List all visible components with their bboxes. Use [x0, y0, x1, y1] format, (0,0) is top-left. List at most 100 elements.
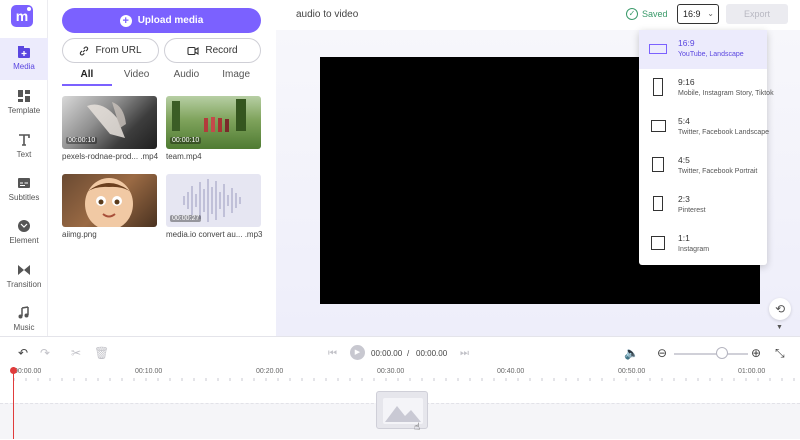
duration-badge: 00:00:10: [66, 137, 98, 144]
zoom-in-icon[interactable]: ⊕: [751, 346, 761, 360]
skip-forward-icon[interactable]: ⏭: [460, 348, 469, 359]
ratio-option-9-16[interactable]: 9:16 Mobile, Instagram Story, Tiktok: [639, 69, 774, 108]
record-label: Record: [205, 45, 238, 56]
chevron-down-icon: ⌄: [707, 9, 714, 18]
ratio-value: 16:9: [683, 9, 701, 19]
ratio-shape-icon: [653, 196, 663, 211]
media-thumbnail[interactable]: 00:00:27: [166, 174, 261, 227]
undo-icon[interactable]: ↶: [18, 346, 28, 360]
ratio-label: 1:1: [678, 233, 690, 243]
check-circle-icon: ✓: [626, 8, 638, 20]
cut-icon[interactable]: ✂: [71, 346, 81, 360]
time-separator: /: [407, 349, 410, 358]
left-nav-rail: m Media Template Text Subtitles Element …: [0, 0, 48, 336]
cartoon-child-image: [85, 178, 133, 227]
grab-cursor-icon: ☝: [414, 422, 421, 433]
fit-screen-icon[interactable]: ⤡: [775, 346, 785, 361]
ratio-desc: Mobile, Instagram Story, Tiktok: [678, 90, 774, 97]
timeline: ↶ ↷ ✂ 🗑 ⏮ ▶ 00:00.00 / 00:00.00 ⏭ 🔈 ⊖ ⊕ …: [0, 336, 800, 440]
tick-label: 00:50.00: [618, 368, 646, 375]
saved-label: Saved: [642, 9, 668, 19]
reset-view-button[interactable]: ⟲: [769, 298, 791, 320]
chevron-down-icon[interactable]: ▼: [776, 324, 783, 331]
playhead-line[interactable]: [13, 367, 14, 439]
skip-back-icon[interactable]: ⏮: [328, 348, 337, 359]
media-name: pexels-rodnae-prod... .mp4: [62, 152, 159, 161]
ratio-shape-icon: [652, 157, 664, 172]
project-title[interactable]: audio to video: [296, 9, 358, 20]
nav-label: Text: [16, 150, 32, 159]
time-ruler[interactable]: 00:00.00 00:10.00 00:20.00 00:30.00 00:4…: [0, 365, 800, 381]
music-icon: [18, 306, 29, 319]
ratio-option-2-3[interactable]: 2:3 Pinterest: [639, 186, 767, 225]
media-thumbnail[interactable]: 00:00:10: [62, 96, 157, 149]
media-panel: + Upload media From URL Record All Video…: [48, 0, 276, 336]
nav-item-text[interactable]: Text: [0, 126, 48, 168]
nav-label: Music: [13, 323, 35, 332]
nav-label: Subtitles: [8, 193, 40, 202]
image-placeholder-icon: [383, 398, 423, 424]
ratio-shape-icon: [651, 236, 665, 250]
nav-item-transition[interactable]: Transition: [0, 256, 48, 298]
zoom-out-icon[interactable]: ⊖: [657, 346, 667, 360]
zoom-slider-handle[interactable]: [716, 347, 728, 359]
tab-audio[interactable]: Audio: [162, 66, 212, 86]
nav-label: Media: [13, 62, 35, 71]
tab-video[interactable]: Video: [112, 66, 162, 86]
ratio-desc: Instagram: [678, 246, 710, 253]
export-button[interactable]: Export: [726, 4, 788, 24]
record-icon: [187, 46, 199, 55]
from-url-button[interactable]: From URL: [62, 38, 159, 63]
subtitles-icon: [18, 178, 30, 188]
ratio-label: 5:4: [678, 116, 690, 126]
saved-status: ✓ Saved: [626, 8, 668, 20]
media-thumbnail[interactable]: 00:00:10: [166, 96, 261, 149]
playhead-handle[interactable]: [10, 367, 17, 374]
record-button[interactable]: Record: [164, 38, 261, 63]
aspect-ratio-select[interactable]: 16:9 ⌄: [677, 4, 719, 24]
timeline-clip-placeholder[interactable]: [376, 391, 428, 429]
tick-label: 00:10.00: [135, 368, 163, 375]
ratio-option-5-4[interactable]: 5:4 Twitter, Facebook Landscape: [639, 108, 769, 147]
ratio-shape-icon: [651, 120, 666, 132]
trash-icon[interactable]: 🗑: [94, 346, 109, 360]
tick-label: 00:40.00: [497, 368, 525, 375]
nav-label: Transition: [6, 280, 42, 289]
ratio-desc: YouTube, Landscape: [678, 51, 744, 58]
template-icon: [18, 90, 30, 102]
ratio-label: 4:5: [678, 155, 690, 165]
plus-icon: +: [119, 14, 132, 27]
zoom-slider-track[interactable]: [674, 353, 748, 355]
upload-label: Upload media: [137, 15, 204, 26]
element-icon: [18, 220, 30, 232]
ratio-option-1-1[interactable]: 1:1 Instagram: [639, 225, 767, 264]
nav-item-template[interactable]: Template: [0, 82, 48, 124]
ratio-shape-icon: [649, 44, 667, 54]
ratio-desc: Twitter, Facebook Portrait: [678, 168, 758, 175]
tick-label: 00:00.00: [14, 368, 42, 375]
ratio-option-4-5[interactable]: 4:5 Twitter, Facebook Portrait: [639, 147, 767, 186]
play-icon: ▶: [354, 349, 361, 356]
play-button[interactable]: ▶: [350, 345, 365, 360]
top-bar: audio to video ✓ Saved 16:9 ⌄ Export: [276, 0, 800, 30]
volume-icon[interactable]: 🔈: [624, 346, 639, 360]
redo-icon[interactable]: ↷: [40, 346, 50, 360]
nav-item-subtitles[interactable]: Subtitles: [0, 169, 48, 211]
ratio-shape-icon: [653, 78, 663, 96]
nav-item-element[interactable]: Element: [0, 212, 48, 254]
ratio-label: 9:16: [678, 77, 695, 87]
ratio-option-16-9[interactable]: 16:9 YouTube, Landscape: [639, 30, 767, 69]
aspect-ratio-menu: 16:9 YouTube, Landscape 9:16 Mobile, Ins…: [639, 30, 774, 265]
tab-all[interactable]: All: [62, 66, 112, 86]
text-icon: [19, 134, 30, 146]
tab-image[interactable]: Image: [211, 66, 261, 86]
nav-item-media[interactable]: Media: [0, 38, 48, 80]
ratio-desc: Pinterest: [678, 207, 706, 214]
tick-label: 00:30.00: [377, 368, 405, 375]
media-thumbnail[interactable]: [62, 174, 157, 227]
app-logo[interactable]: m: [11, 5, 33, 27]
tick-label: 01:00.00: [738, 368, 766, 375]
nav-item-music[interactable]: Music: [0, 299, 48, 341]
upload-media-button[interactable]: + Upload media: [62, 8, 261, 33]
media-filter-tabs: All Video Audio Image: [62, 66, 261, 86]
